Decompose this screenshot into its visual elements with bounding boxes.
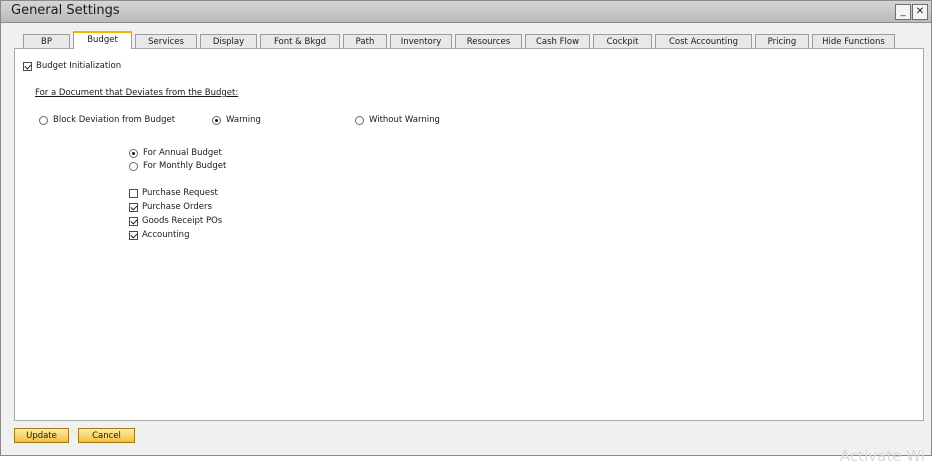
without-warning-radio[interactable] xyxy=(355,115,364,125)
goods-receipt-pos-checkbox[interactable] xyxy=(129,216,138,226)
goods-receipt-pos-label: Goods Receipt POs xyxy=(142,216,223,226)
tab-hide-functions[interactable]: Hide Functions xyxy=(812,34,895,48)
general-settings-window: General Settings _ ✕ BP Budget Services … xyxy=(0,0,932,456)
close-button[interactable]: ✕ xyxy=(912,4,928,20)
block-deviation-option[interactable]: Block Deviation from Budget xyxy=(39,115,175,125)
tab-path[interactable]: Path xyxy=(343,34,387,48)
monthly-budget-option[interactable]: For Monthly Budget xyxy=(129,161,226,171)
cancel-button[interactable]: Cancel xyxy=(78,428,135,443)
tab-pricing[interactable]: Pricing xyxy=(755,34,809,48)
warning-radio[interactable] xyxy=(212,115,221,125)
goods-receipt-pos-option[interactable]: Goods Receipt POs xyxy=(129,216,222,226)
tab-services[interactable]: Services xyxy=(135,34,197,48)
tab-cash-flow[interactable]: Cash Flow xyxy=(525,34,590,48)
tab-budget[interactable]: Budget xyxy=(73,31,132,49)
tab-display[interactable]: Display xyxy=(200,34,257,48)
tab-cost-accounting[interactable]: Cost Accounting xyxy=(655,34,752,48)
deviation-heading: For a Document that Deviates from the Bu… xyxy=(35,88,239,98)
accounting-option[interactable]: Accounting xyxy=(129,230,189,240)
purchase-orders-checkbox[interactable] xyxy=(129,202,138,212)
activate-windows-watermark: Activate Wi xyxy=(840,447,925,465)
update-button[interactable]: Update xyxy=(14,428,69,443)
annual-budget-radio[interactable] xyxy=(129,148,138,158)
warning-label: Warning xyxy=(226,115,261,125)
warning-option[interactable]: Warning xyxy=(212,115,261,125)
monthly-budget-label: For Monthly Budget xyxy=(143,161,227,171)
purchase-orders-label: Purchase Orders xyxy=(142,202,212,212)
minimize-button[interactable]: _ xyxy=(895,4,911,20)
tab-resources[interactable]: Resources xyxy=(455,34,522,48)
purchase-request-label: Purchase Request xyxy=(142,188,218,198)
purchase-orders-option[interactable]: Purchase Orders xyxy=(129,202,212,212)
tab-bp[interactable]: BP xyxy=(23,34,70,48)
without-warning-option[interactable]: Without Warning xyxy=(355,115,440,125)
purchase-request-checkbox[interactable] xyxy=(129,188,138,198)
deviation-heading-row: For a Document that Deviates from the Bu… xyxy=(35,88,238,98)
accounting-label: Accounting xyxy=(142,230,190,240)
purchase-request-option[interactable]: Purchase Request xyxy=(129,188,218,198)
budget-initialization-option[interactable]: Budget Initialization xyxy=(23,61,121,71)
block-deviation-radio[interactable] xyxy=(39,115,48,125)
annual-budget-option[interactable]: For Annual Budget xyxy=(129,148,222,158)
tab-font-bkgd[interactable]: Font & Bkgd xyxy=(260,34,340,48)
monthly-budget-radio[interactable] xyxy=(129,161,138,171)
budget-settings-panel: Budget Initialization For a Document tha… xyxy=(14,48,924,421)
window-title: General Settings xyxy=(11,3,120,18)
title-bar[interactable]: General Settings _ ✕ xyxy=(1,1,931,23)
budget-initialization-label: Budget Initialization xyxy=(36,61,122,71)
tab-cockpit[interactable]: Cockpit xyxy=(593,34,652,48)
budget-initialization-checkbox[interactable] xyxy=(23,61,32,71)
block-deviation-label: Block Deviation from Budget xyxy=(53,115,176,125)
without-warning-label: Without Warning xyxy=(369,115,440,125)
tab-inventory[interactable]: Inventory xyxy=(390,34,452,48)
accounting-checkbox[interactable] xyxy=(129,230,138,240)
annual-budget-label: For Annual Budget xyxy=(143,148,222,158)
